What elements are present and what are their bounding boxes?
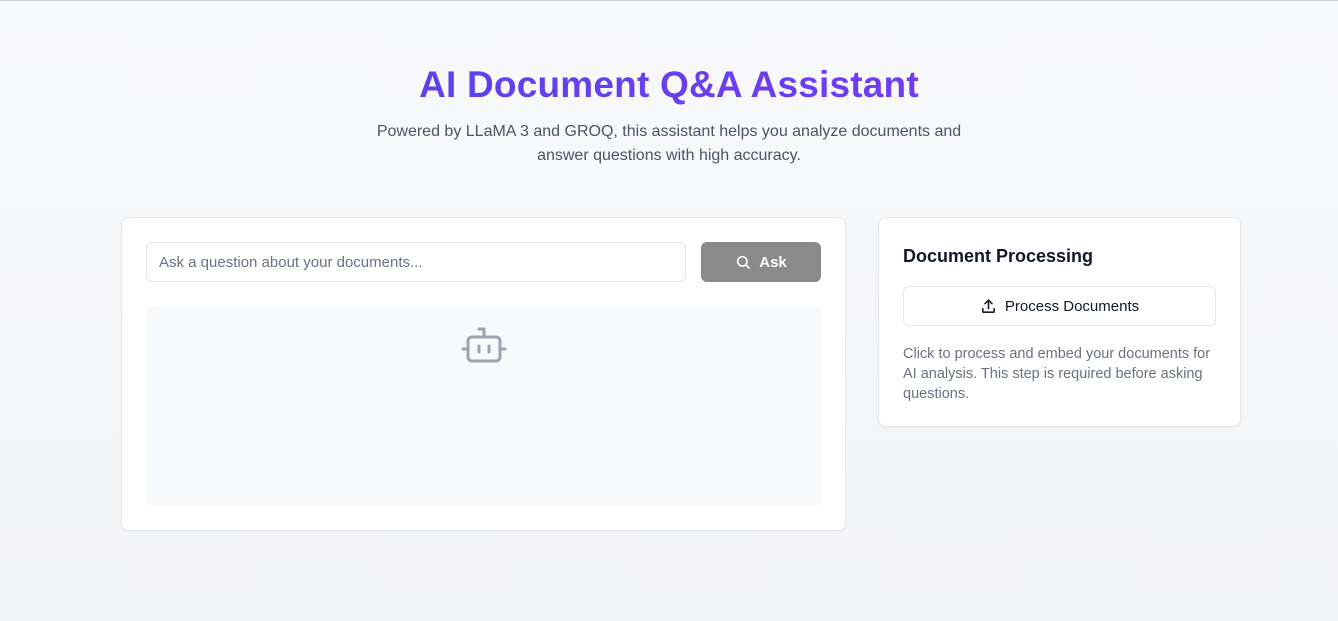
answer-area [146,306,822,506]
page-subtitle: Powered by LLaMA 3 and GROQ, this assist… [376,123,962,164]
ask-button[interactable]: Ask [701,242,821,282]
qa-card: Ask [121,217,846,531]
window-top-border [0,0,1338,1]
ask-button-label: Ask [759,253,787,271]
document-processing-card: Document Processing Process Documents Cl… [878,217,1241,427]
document-processing-description: Click to process and embed your document… [903,346,1211,402]
page-header: AI Document Q&A Assistant Powered by LLa… [0,62,1338,168]
bot-icon [461,326,507,366]
search-icon [735,254,751,270]
document-processing-title: Document Processing [903,246,1094,266]
process-documents-button[interactable]: Process Documents [903,286,1216,326]
question-input[interactable] [146,242,686,282]
process-documents-label: Process Documents [1004,297,1140,315]
page-title: AI Document Q&A Assistant [0,62,1338,108]
upload-icon [980,298,997,315]
